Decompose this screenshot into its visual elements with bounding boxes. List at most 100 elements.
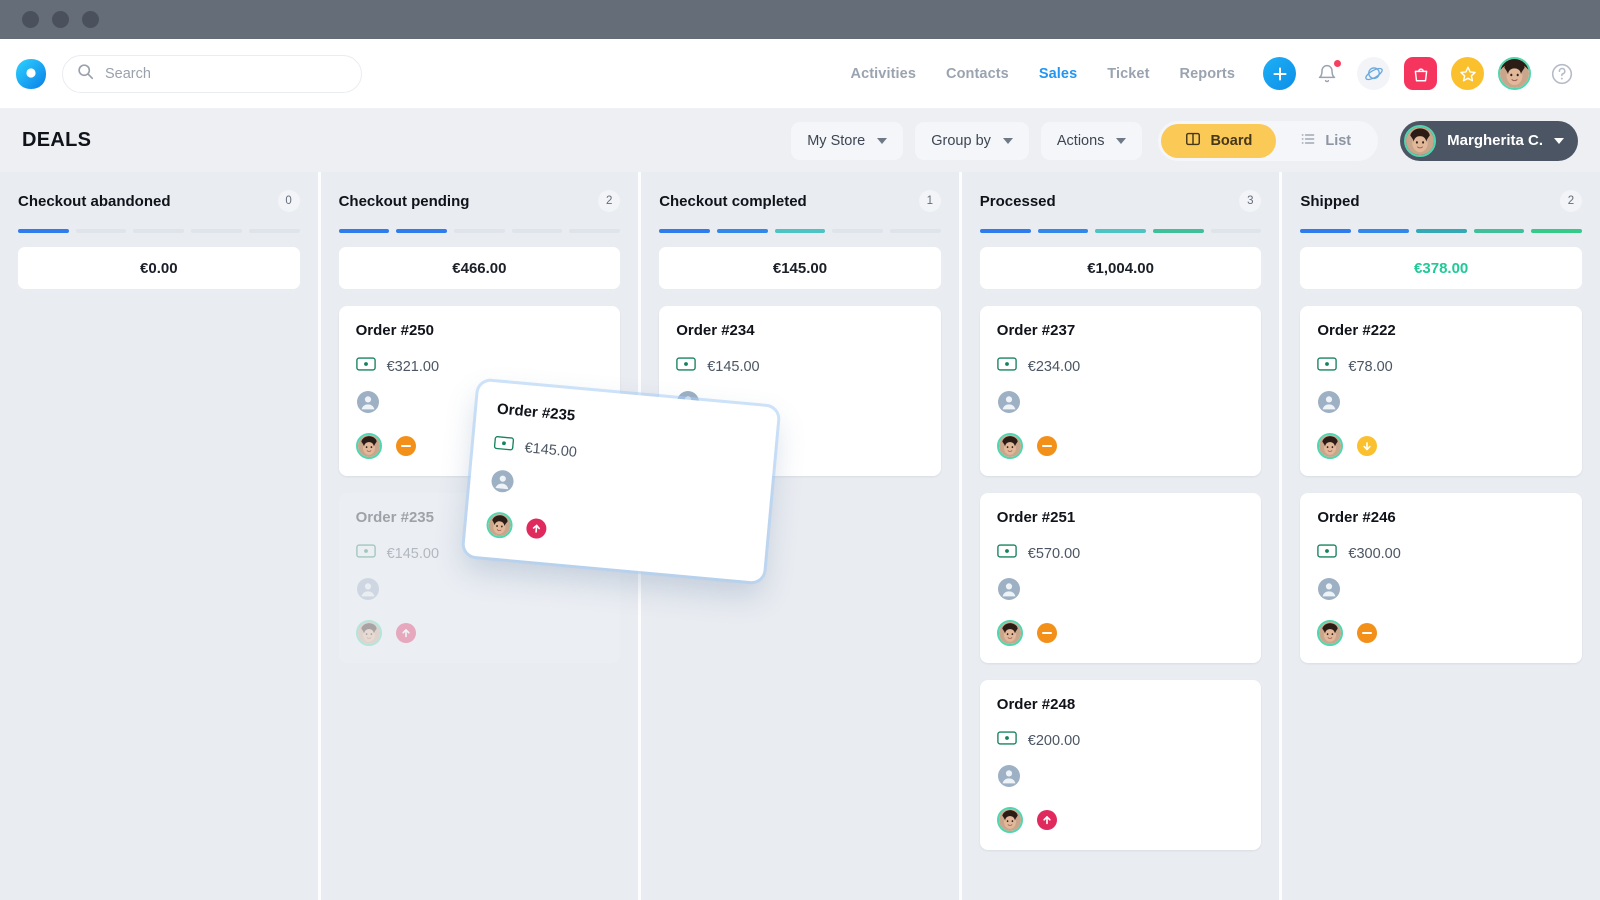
actions-label: Actions — [1056, 132, 1105, 149]
shopping-bag-icon[interactable] — [1404, 57, 1437, 90]
store-filter-dropdown[interactable]: My Store — [791, 121, 904, 160]
card-amount: €78.00 — [1348, 358, 1393, 375]
view-mode-list-button[interactable]: List — [1276, 124, 1375, 158]
search-input[interactable] — [105, 65, 347, 82]
column-header-row: Checkout completed 1 — [659, 190, 941, 212]
nav-item-ticket[interactable]: Ticket — [1107, 66, 1149, 82]
card-assignee-avatar[interactable] — [996, 620, 1023, 646]
card-footer — [996, 807, 1245, 833]
help-question-icon[interactable] — [1545, 57, 1578, 90]
favorites-star-icon[interactable] — [1451, 57, 1484, 90]
column-progress-bar — [338, 229, 621, 233]
current-user-menu[interactable]: Margherita C. — [1400, 120, 1578, 161]
column-header: Checkout completed 1 €145.00 — [659, 172, 941, 289]
window-maximize-button[interactable] — [82, 11, 99, 28]
card-contact-placeholder[interactable] — [489, 468, 751, 520]
card-assignee-avatar[interactable] — [485, 511, 514, 540]
group-by-dropdown[interactable]: Group by — [915, 121, 1029, 160]
card-footer — [1317, 433, 1565, 459]
card-contact-placeholder[interactable] — [1317, 577, 1565, 606]
card-assignee-avatar[interactable] — [355, 620, 382, 646]
nav-item-contacts[interactable]: Contacts — [946, 66, 1009, 82]
card-contact-placeholder[interactable] — [997, 764, 1245, 793]
card-contact-placeholder[interactable] — [1317, 390, 1565, 419]
progress-segment — [133, 229, 185, 233]
progress-segment — [716, 229, 768, 233]
column-title: Shipped — [1300, 192, 1360, 210]
nav-item-reports[interactable]: Reports — [1180, 66, 1236, 82]
priority-badge-medium-icon — [1036, 436, 1057, 456]
column-header-row: Processed 3 — [980, 190, 1262, 212]
dragging-card[interactable]: Order #235 €145.00 — [463, 380, 779, 583]
priority-badge-high-icon — [1036, 810, 1057, 830]
card-amount: €300.00 — [1348, 545, 1401, 562]
deal-card[interactable]: Order #222 €78.00 — [1300, 306, 1582, 476]
priority-badge-high-icon — [395, 623, 416, 643]
card-assignee-avatar[interactable] — [996, 807, 1023, 833]
deal-card[interactable]: Order #237 €234.00 — [979, 306, 1262, 476]
progress-segment — [1358, 229, 1409, 233]
column-header: Processed 3 €1,004.00 — [979, 172, 1262, 289]
add-plus-icon[interactable] — [1263, 57, 1296, 90]
app-logo-icon[interactable] — [14, 57, 48, 91]
profile-avatar-icon[interactable] — [1498, 57, 1531, 90]
nav-item-sales[interactable]: Sales — [1039, 66, 1077, 82]
card-footer — [996, 620, 1245, 646]
notification-bell-icon[interactable] — [1310, 57, 1343, 90]
board-column-4: Shipped 2 €378.00 Order #222 €78.00 Orde… — [1279, 172, 1600, 900]
column-title: Checkout pending — [338, 192, 470, 210]
progress-segment — [979, 229, 1031, 233]
priority-badge-medium-icon — [1036, 623, 1057, 643]
column-progress-bar — [659, 229, 941, 233]
column-total: €466.00 — [338, 247, 621, 289]
progress-segment — [1095, 229, 1146, 233]
planet-explore-icon[interactable] — [1357, 57, 1390, 90]
card-assignee-avatar[interactable] — [996, 433, 1023, 459]
column-total: €0.00 — [18, 247, 300, 289]
progress-segment — [18, 229, 69, 233]
chevron-down-icon — [1002, 137, 1013, 144]
priority-bar — [1041, 631, 1052, 635]
card-assignee-avatar[interactable] — [1317, 620, 1344, 646]
card-footer — [485, 511, 746, 560]
card-assignee-avatar[interactable] — [1317, 433, 1344, 459]
progress-segment — [1415, 229, 1467, 233]
chevron-down-icon — [1116, 137, 1127, 144]
view-mode-board-button[interactable]: Board — [1161, 123, 1277, 158]
deal-card[interactable]: Order #248 €200.00 — [979, 680, 1262, 850]
column-count-badge: 2 — [598, 190, 621, 212]
card-title: Order #234 — [676, 322, 755, 339]
progress-segment — [1210, 229, 1262, 233]
window-minimize-button[interactable] — [52, 11, 69, 28]
priority-bar — [1041, 444, 1052, 448]
column-total: €1,004.00 — [979, 247, 1262, 289]
column-total: €378.00 — [1300, 247, 1582, 289]
card-assignee-avatar[interactable] — [355, 433, 382, 459]
deal-card[interactable]: Order #251 €570.00 — [979, 493, 1262, 663]
deals-board: Checkout abandoned 0 €0.00 Checkout pend… — [0, 172, 1600, 900]
global-search[interactable] — [62, 54, 362, 93]
deal-card[interactable]: Order #246 €300.00 — [1300, 493, 1582, 663]
banknote-icon — [1317, 357, 1338, 376]
column-header: Checkout abandoned 0 €0.00 — [18, 172, 300, 289]
current-user-avatar — [1404, 124, 1437, 157]
banknote-icon — [997, 357, 1017, 376]
progress-segment — [396, 229, 448, 233]
notification-badge-dot — [1332, 58, 1343, 69]
progress-segment — [248, 229, 300, 233]
card-footer — [355, 620, 604, 646]
card-contact-placeholder[interactable] — [997, 390, 1245, 419]
card-title: Order #235 — [496, 400, 576, 425]
nav-item-activities[interactable]: Activities — [851, 66, 916, 82]
board-column-0: Checkout abandoned 0 €0.00 — [0, 172, 318, 900]
actions-dropdown[interactable]: Actions — [1040, 121, 1143, 160]
toolbar-controls: My Store Group by Actions Board List Mar… — [791, 120, 1578, 161]
top-navigation-bar: Activities Contacts Sales Ticket Reports — [0, 39, 1600, 109]
deals-toolbar: DEALS My Store Group by Actions Board Li… — [0, 109, 1600, 172]
column-total: €145.00 — [659, 247, 941, 289]
card-contact-placeholder[interactable] — [356, 577, 604, 606]
column-count-badge: 1 — [918, 190, 941, 212]
card-amount: €145.00 — [386, 545, 440, 562]
card-contact-placeholder[interactable] — [997, 577, 1245, 606]
window-close-button[interactable] — [22, 11, 39, 28]
